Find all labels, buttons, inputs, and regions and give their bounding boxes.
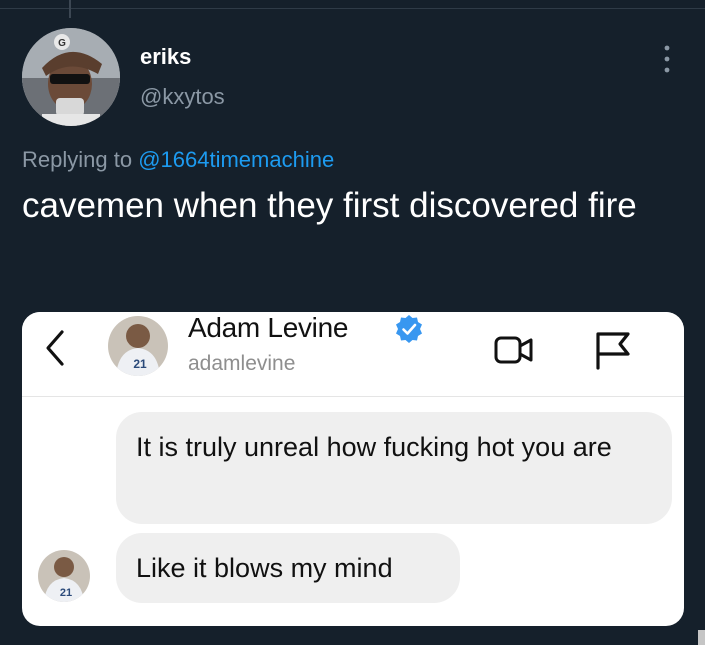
message-sender-avatar: 21 (38, 550, 90, 602)
replying-to: Replying to @1664timemachine (22, 147, 334, 173)
tweet-media-image[interactable]: 21 Adam Levine adamlevine It is truly un… (22, 312, 684, 626)
divider (0, 8, 705, 9)
chevron-left-icon (42, 328, 68, 368)
message-bubble: Like it blows my mind (116, 533, 460, 603)
contact-name: Adam Levine (188, 312, 349, 343)
dm-header: 21 Adam Levine adamlevine (22, 312, 684, 396)
display-name[interactable]: eriks (140, 44, 191, 70)
replying-to-label: Replying to (22, 147, 133, 172)
video-call-icon (494, 334, 534, 366)
tweet-text: cavemen when they first discovered fire (22, 186, 637, 225)
svg-text:21: 21 (133, 357, 147, 371)
contact-username: adamlevine (188, 352, 296, 375)
avatar[interactable]: G (22, 28, 120, 126)
flag-icon (594, 330, 632, 370)
verified-badge-icon (394, 314, 424, 344)
message-bubble: It is truly unreal how fucking hot you a… (116, 412, 672, 524)
svg-text:G: G (58, 38, 66, 49)
svg-text:21: 21 (60, 587, 72, 599)
tweet-container: G eriks @kxytos Replying to @1664timemac… (0, 0, 705, 645)
replying-to-handle-link[interactable]: @1664timemachine (138, 147, 334, 172)
thread-connector-line (69, 0, 71, 18)
user-handle[interactable]: @kxytos (140, 84, 225, 110)
scrollbar-corner (698, 630, 705, 645)
avatar-photo-icon: G (22, 28, 120, 126)
more-options-icon[interactable] (660, 44, 674, 74)
contact-avatar: 21 (108, 316, 168, 376)
divider (22, 396, 684, 397)
